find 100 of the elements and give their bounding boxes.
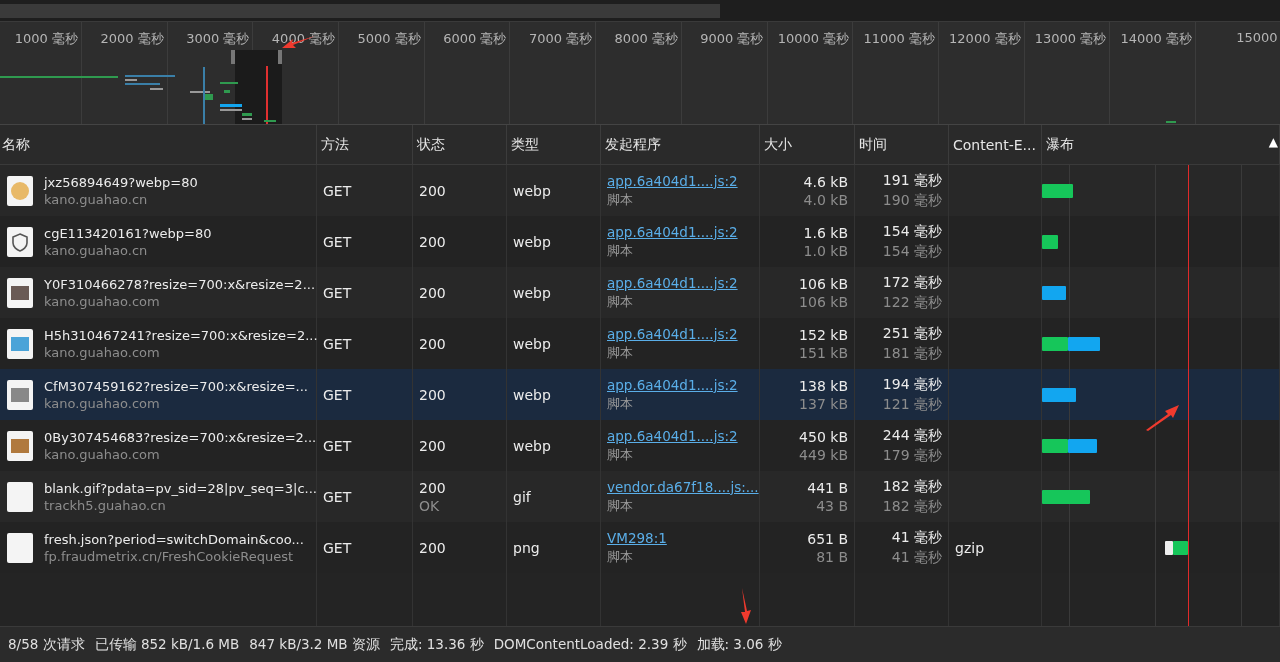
type-text: png: [513, 539, 540, 556]
time-tick-label: 5000 毫秒: [339, 22, 425, 124]
annotation-arrow: [738, 588, 752, 624]
method-text: GET: [323, 182, 352, 199]
column-header[interactable]: Content-E...: [949, 125, 1042, 164]
initiator-type: 脚本: [607, 445, 633, 464]
method-text: GET: [323, 233, 352, 250]
initiator-link[interactable]: VM298:1: [607, 529, 667, 546]
thumbnail-icon: [7, 277, 33, 308]
scrollbar-thumb[interactable]: [0, 3, 720, 18]
size-text: 651 B: [807, 530, 848, 547]
file-name: CfM307459162?resize=700:x&resize=...: [44, 378, 308, 394]
domain-text: kano.guahao.cn: [44, 242, 148, 258]
time-text: 191 毫秒: [882, 171, 942, 190]
size-text: 106 kB: [799, 275, 848, 292]
type-text: webp: [513, 335, 551, 352]
request-row[interactable]: jxz56894649?webp=80 kano.guahao.cn GET 200 webp app.6a404d1....js:2 脚本 4.6 kB 4.0 kB 191 毫秒 190 毫秒: [0, 165, 1280, 216]
type-text: webp: [513, 437, 551, 454]
thumbnail-icon: [7, 532, 33, 563]
status-bar-text: 加载: 3.06 秒: [696, 635, 782, 654]
time-tick-label: 10000 毫秒: [767, 22, 854, 124]
time-text: 182 毫秒: [882, 477, 942, 496]
latency-text: 154 毫秒: [882, 242, 942, 261]
time-tick-label: 9000 毫秒: [681, 22, 768, 124]
waterfall-bar: [1165, 540, 1188, 555]
column-header[interactable]: 时间: [855, 125, 949, 164]
time-tick-label: 12000 毫秒: [938, 22, 1025, 124]
size-text: 450 kB: [799, 428, 848, 445]
time-tick-label: 6000 毫秒: [424, 22, 511, 124]
initiator-link[interactable]: vendor.da67f18....js:...: [607, 478, 759, 495]
initiator-link[interactable]: app.6a404d1....js:2: [607, 223, 738, 240]
file-name: cgE113420161?webp=80: [44, 225, 212, 241]
domain-text: kano.guahao.com: [44, 395, 160, 411]
domain-text: kano.guahao.com: [44, 446, 160, 462]
initiator-link[interactable]: app.6a404d1....js:2: [607, 274, 738, 291]
type-text: webp: [513, 284, 551, 301]
initiator-link[interactable]: app.6a404d1....js:2: [607, 172, 738, 189]
file-name: jxz56894649?webp=80: [44, 174, 198, 190]
time-tick-label: 7000 毫秒: [510, 22, 597, 124]
annotation-arrow: [1146, 405, 1180, 431]
latency-text: 179 毫秒: [882, 446, 942, 465]
time-text: 41 毫秒: [891, 528, 942, 547]
method-text: GET: [323, 488, 352, 505]
status-code: 200: [419, 284, 446, 301]
status-code: 200: [419, 386, 446, 403]
time-text: 251 毫秒: [882, 324, 942, 343]
resource-size: 81 B: [816, 548, 848, 565]
time-tick-label: 13000 毫秒: [1024, 22, 1111, 124]
column-header[interactable]: 方法: [317, 125, 413, 164]
waterfall-bar: [1042, 336, 1100, 351]
latency-text: 181 毫秒: [882, 344, 942, 363]
type-text: webp: [513, 233, 551, 250]
column-header[interactable]: 发起程序: [601, 125, 760, 164]
initiator-link[interactable]: app.6a404d1....js:2: [607, 325, 738, 342]
type-text: webp: [513, 182, 551, 199]
method-text: GET: [323, 539, 352, 556]
column-header[interactable]: 名称: [0, 125, 317, 164]
status-bar-text: DOMContentLoaded: 2.39 秒: [493, 635, 687, 654]
column-header[interactable]: 类型: [507, 125, 601, 164]
status-code: 200: [419, 479, 446, 496]
initiator-type: 脚本: [607, 496, 633, 515]
column-header[interactable]: 大小: [760, 125, 855, 164]
domain-text: kano.guahao.cn: [44, 191, 148, 207]
request-row[interactable]: blank.gif?pdata=pv_sid=28|pv_seq=3|c... trackh5.guahao.cn GET 200 OK gif vendor.da67f18....js:... 脚本 441 B 43 B 182 毫秒 182 毫秒: [0, 471, 1280, 522]
request-row[interactable]: CfM307459162?resize=700:x&resize=... kano.guahao.com GET 200 webp app.6a404d1....js:2 脚本 138 kB 137 kB 194 毫秒 121 毫秒: [0, 369, 1280, 420]
latency-text: 122 毫秒: [882, 293, 942, 312]
time-tick-label: 11000 毫秒: [853, 22, 939, 124]
size-text: 138 kB: [799, 377, 848, 394]
resource-size: 4.0 kB: [803, 191, 848, 208]
sort-indicator[interactable]: ▲: [1268, 135, 1278, 149]
domain-text: kano.guahao.com: [44, 344, 160, 360]
resource-size: 449 kB: [799, 446, 848, 463]
resource-size: 1.0 kB: [803, 242, 848, 259]
resource-size: 106 kB: [799, 293, 848, 310]
initiator-link[interactable]: app.6a404d1....js:2: [607, 376, 738, 393]
thumbnail-icon: [7, 379, 33, 410]
resource-size: 137 kB: [799, 395, 848, 412]
time-tick-label: 8000 毫秒: [596, 22, 682, 124]
status-code: 200: [419, 437, 446, 454]
thumbnail-icon: [7, 175, 33, 206]
status-bar-text: 8/58 次请求: [8, 635, 85, 654]
file-name: Y0F310466278?resize=700:x&resize=2...: [44, 276, 316, 292]
time-text: 154 毫秒: [882, 222, 942, 241]
method-text: GET: [323, 335, 352, 352]
request-row[interactable]: Y0F310466278?resize=700:x&resize=2... kano.guahao.com GET 200 webp app.6a404d1....js:2 脚本 106 kB 106 kB 172 毫秒 122 毫秒: [0, 267, 1280, 318]
status-code: 200: [419, 539, 446, 556]
thumbnail-icon: [7, 481, 33, 512]
initiator-type: 脚本: [607, 292, 633, 311]
size-text: 1.6 kB: [803, 224, 848, 241]
time-text: 244 毫秒: [882, 426, 942, 445]
domain-text: fp.fraudmetrix.cn/FreshCookieRequest: [44, 548, 294, 564]
file-name: 0By307454683?resize=700:x&resize=2...: [44, 429, 317, 445]
column-header[interactable]: 状态: [413, 125, 507, 164]
initiator-type: 脚本: [607, 394, 633, 413]
initiator-type: 脚本: [607, 190, 633, 209]
waterfall-bar: [1042, 387, 1076, 402]
latency-text: 190 毫秒: [882, 191, 942, 210]
type-text: gif: [513, 488, 531, 505]
initiator-link[interactable]: app.6a404d1....js:2: [607, 427, 738, 444]
method-text: GET: [323, 437, 352, 454]
